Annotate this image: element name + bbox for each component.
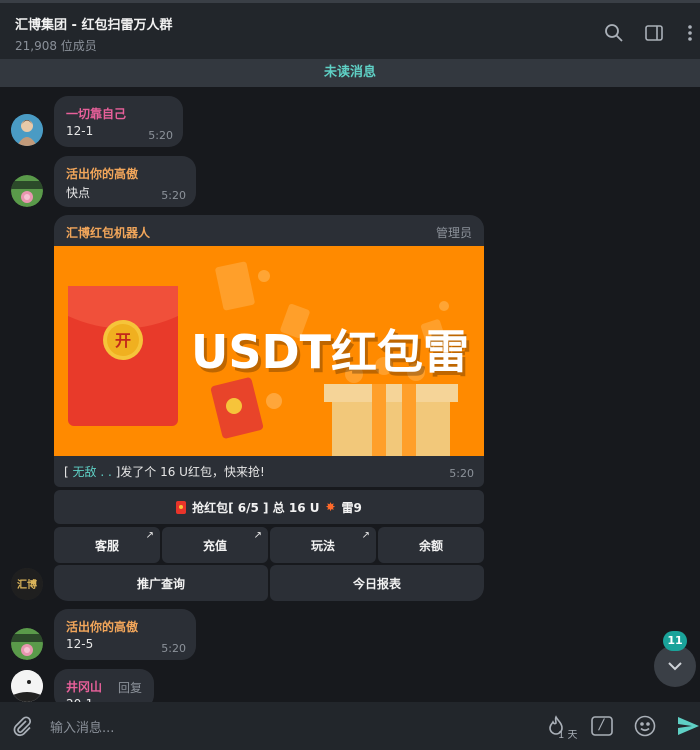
user-avatar[interactable] <box>11 114 43 146</box>
bot-avatar[interactable]: 汇博 <box>11 568 43 600</box>
bot-message[interactable]: 汇博红包机器人 管理员 开 USDT红包雷 USDT红包雷 [无敌 . .]… <box>54 215 484 487</box>
mine-label: 雷9 <box>341 500 362 515</box>
unread-count-badge: 11 <box>663 631 687 651</box>
chat-title[interactable]: 汇博集团 - 红包扫雷万人群 <box>15 14 172 33</box>
external-link-icon: ↗ <box>361 530 370 541</box>
grab-button-label: 抢红包[ 6/5 ] 总 16 U <box>192 500 320 515</box>
search-icon[interactable] <box>604 23 624 43</box>
service-button[interactable]: 客服 ↗ <box>54 527 160 563</box>
message-input[interactable]: 输入消息... <box>50 717 114 736</box>
admin-badge: 管理员 <box>435 226 472 240</box>
external-link-icon: ↗ <box>145 530 154 541</box>
balance-label: 余额 <box>418 538 443 553</box>
mention-link[interactable]: 无敌 . . <box>73 465 112 479</box>
attach-icon[interactable] <box>10 714 34 738</box>
message-text: 12-5 <box>66 637 94 651</box>
report-label: 今日报表 <box>352 576 401 591</box>
message-time: 5:20 <box>161 189 186 202</box>
sender-name[interactable]: 活出你的高傲 <box>66 165 138 182</box>
red-packet-icon <box>176 500 187 514</box>
chat-header: 汇博集团 - 红包扫雷万人群 21,908 位成员 <box>0 0 700 59</box>
scroll-to-bottom-button[interactable] <box>654 645 696 687</box>
sidebar-toggle-icon[interactable] <box>644 23 664 43</box>
gameplay-label: 玩法 <box>310 538 335 553</box>
bot-avatar-label: 汇博 <box>17 578 37 591</box>
message-bubble[interactable]: 活出你的高傲 12-5 5:20 <box>54 609 196 660</box>
message-time: 5:20 <box>449 467 474 480</box>
sender-name[interactable]: 井冈山 <box>66 678 102 695</box>
grab-red-packet-button[interactable]: 抢红包[ 6/5 ] 总 16 U ✸ 雷9 <box>54 490 484 524</box>
red-packet-banner[interactable]: 开 USDT红包雷 USDT红包雷 <box>54 246 484 456</box>
service-label: 客服 <box>94 538 119 553</box>
timer-label: 1 天 <box>558 730 578 741</box>
bot-command-icon[interactable]: / <box>590 714 614 738</box>
balance-button[interactable]: 余额 <box>378 527 484 563</box>
bot-sender-name[interactable]: 汇博红包机器人 <box>66 224 150 241</box>
sender-name[interactable]: 一切靠自己 <box>66 105 126 122</box>
message-time: 5:20 <box>161 642 186 655</box>
message-composer: 输入消息... 1 天 / <box>0 702 700 750</box>
user-avatar[interactable] <box>11 628 43 660</box>
reply-label[interactable]: 回复 <box>118 679 142 696</box>
message-text: 12-1 <box>66 124 94 138</box>
user-avatar[interactable] <box>11 175 43 207</box>
banner-title: USDT红包雷 <box>191 325 469 379</box>
chevron-down-icon <box>668 662 682 671</box>
gameplay-button[interactable]: 玩法 ↗ <box>270 527 376 563</box>
command-glyph: / <box>599 717 604 733</box>
sender-name[interactable]: 活出你的高傲 <box>66 618 138 635</box>
recharge-button[interactable]: 充值 ↗ <box>162 527 268 563</box>
open-coin-label: 开 <box>115 331 131 350</box>
send-icon[interactable] <box>676 714 700 738</box>
explosion-icon: ✸ <box>325 500 336 514</box>
recharge-label: 充值 <box>202 538 227 553</box>
member-count: 21,908 位成员 <box>15 39 97 53</box>
red-packet-caption: [ 无敌 . . ]发了个 16 U红包，快来抢! <box>64 465 265 479</box>
external-link-icon: ↗ <box>253 530 262 541</box>
message-text: 快点 <box>66 186 91 200</box>
user-avatar[interactable] <box>11 670 43 702</box>
more-menu-icon[interactable] <box>680 23 692 43</box>
message-bubble[interactable]: 活出你的高傲 快点 5:20 <box>54 156 196 207</box>
daily-report-button[interactable]: 今日报表 <box>270 565 484 601</box>
promo-label: 推广查询 <box>136 576 185 591</box>
message-bubble[interactable]: 一切靠自己 12-1 5:20 <box>54 96 183 147</box>
message-time: 5:20 <box>148 129 173 142</box>
promo-query-button[interactable]: 推广查询 <box>54 565 268 601</box>
unread-messages-divider: 未读消息 <box>0 59 700 87</box>
emoji-icon[interactable] <box>633 714 657 738</box>
